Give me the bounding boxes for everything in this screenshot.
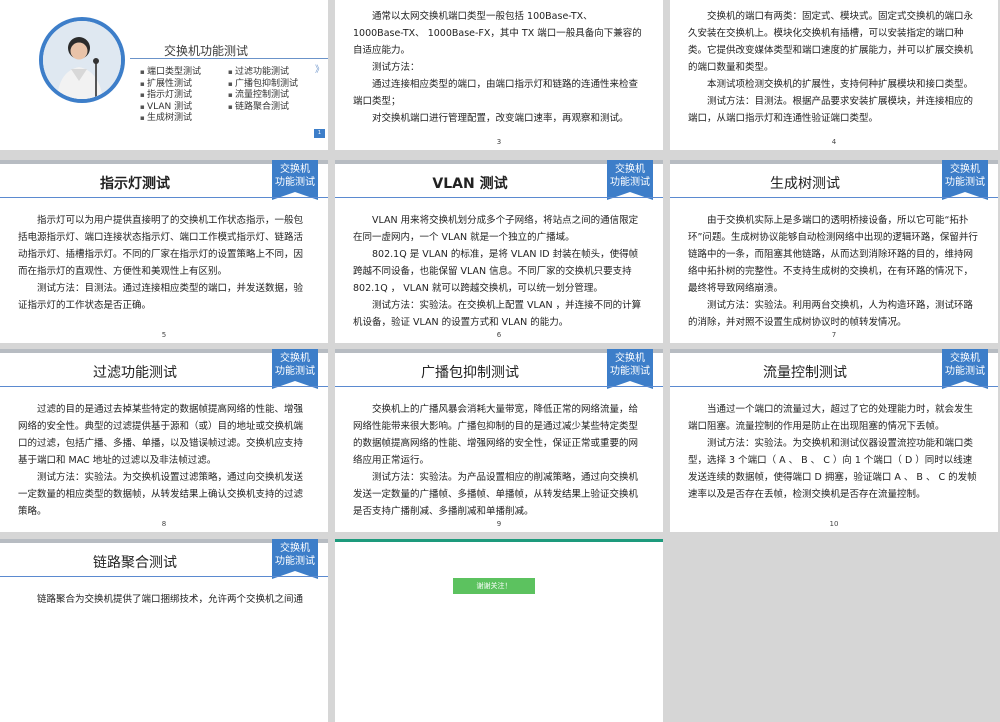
- agenda-item: VLAN 测试: [140, 102, 201, 114]
- title-rule: [335, 386, 663, 387]
- slide-6[interactable]: VLAN 测试 交换机 功能测试 VLAN 用来将交换机划分成多个子网络，将站点之…: [335, 160, 663, 343]
- agenda-item: 端口类型测试: [140, 67, 201, 79]
- slide-1[interactable]: 交换机功能测试 》 端口类型测试 扩展性测试 指示灯测试 VLAN 测试 生成树…: [0, 0, 328, 150]
- agenda-column-2: 过滤功能测试 广播包抑制测试 流量控制测试 链路聚合测试: [228, 67, 298, 113]
- slide-title: 广播包抑制测试: [421, 365, 519, 381]
- slide-title: 生成树测试: [770, 176, 840, 192]
- paragraph: 测试方法：: [372, 62, 420, 73]
- paragraph: 对交换机端口进行管理配置，改变端口速率，再观察和测试。: [372, 113, 629, 124]
- title-rule: [0, 576, 328, 577]
- presenter-avatar: [39, 17, 125, 103]
- page-number: 8: [161, 520, 167, 528]
- slide-body: 由于交换机实际上是多端口的透明桥接设备，所以它可能“拓扑环”问题。生成树协议能够…: [688, 212, 978, 331]
- page-number: 6: [496, 331, 502, 339]
- title-rule: [670, 197, 998, 198]
- page-number: 3: [496, 138, 502, 146]
- slide-body: 过滤的目的是通过去掉某些特定的数据帧提高网络的性能、增强网络的安全性。典型的过滤…: [18, 401, 308, 520]
- slide-title: 指示灯测试: [100, 176, 170, 192]
- slide-title: 链路聚合测试: [93, 555, 177, 571]
- paragraph: 当通过一个端口的流量过大，超过了它的处理能力时，就会发生端口阻塞。流量控制的作用…: [688, 404, 974, 432]
- section-badge: 交换机 功能测试: [607, 160, 653, 200]
- agenda-item: 过滤功能测试: [228, 67, 298, 79]
- slide-body: 交换机的端口有两类：固定式、模块式。固定式交换机的端口永久安装在交换机上。模块化…: [688, 8, 978, 127]
- paragraph: 交换机的端口有两类：固定式、模块式。固定式交换机的端口永久安装在交换机上。模块化…: [688, 11, 974, 73]
- section-badge: 交换机 功能测试: [272, 349, 318, 389]
- title-rule: [670, 386, 998, 387]
- paragraph: 由于交换机实际上是多端口的透明桥接设备，所以它可能“拓扑环”问题。生成树协议能够…: [688, 215, 978, 294]
- paragraph: 通常以太网交换机端口类型一般包括 100Base-TX、 1000Base-TX…: [353, 11, 642, 56]
- slide-body: VLAN 用来将交换机划分成多个子网络，将站点之间的通信限定在同一虚网内，一个 …: [353, 212, 643, 331]
- title-rule: [0, 197, 328, 198]
- agenda-item: 指示灯测试: [140, 90, 201, 102]
- section-badge: 交换机 功能测试: [942, 160, 988, 200]
- title-rule: [130, 58, 328, 59]
- slide-number: 1: [314, 129, 325, 138]
- slide-3[interactable]: 通常以太网交换机端口类型一般包括 100Base-TX、 1000Base-TX…: [335, 0, 663, 150]
- title-rule: [0, 386, 328, 387]
- paragraph: 指示灯可以为用户提供直接明了的交换机工作状态指示，一般包括电源指示灯、端口连接状…: [18, 215, 304, 277]
- slide-5[interactable]: 指示灯测试 交换机 功能测试 指示灯可以为用户提供直接明了的交换机工作状态指示，一…: [0, 160, 328, 343]
- slide-title: 流量控制测试: [763, 365, 847, 381]
- paragraph: 测试方法：实验法。为交换机设置过滤策略，通过向交换机发送一定数量的相应类型的数据…: [18, 472, 304, 517]
- slide-12[interactable]: 谢谢关注！: [335, 539, 663, 722]
- slide-body: 交换机上的广播风暴会消耗大量带宽，降低正常的网络流量，给网络性能带来很大影响。广…: [353, 401, 643, 520]
- slide-10[interactable]: 流量控制测试 交换机 功能测试 当通过一个端口的流量过大，超过了它的处理能力时，就…: [670, 349, 998, 532]
- section-badge: 交换机 功能测试: [272, 539, 318, 579]
- slide-9[interactable]: 广播包抑制测试 交换机 功能测试 交换机上的广播风暴会消耗大量带宽，降低正常的网络…: [335, 349, 663, 532]
- slide-body: 当通过一个端口的流量过大，超过了它的处理能力时，就会发生端口阻塞。流量控制的作用…: [688, 401, 978, 503]
- title-rule: [335, 197, 663, 198]
- paragraph: 测试方法：实验法。为产品设置相应的削减策略，通过向交换机发送一定数量的广播帧、多…: [353, 472, 639, 517]
- agenda-item: 广播包抑制测试: [228, 79, 298, 91]
- page-number: 5: [161, 331, 167, 339]
- page-number: 4: [831, 138, 837, 146]
- agenda-item: 链路聚合测试: [228, 102, 298, 114]
- slide-title: VLAN 测试: [432, 176, 508, 192]
- agenda-item: 流量控制测试: [228, 90, 298, 102]
- double-chevron-icon: 》: [314, 65, 324, 75]
- paragraph: VLAN 用来将交换机划分成多个子网络，将站点之间的通信限定在同一虚网内，一个 …: [353, 215, 639, 243]
- paragraph: 通过连接相应类型的端口，由端口指示灯和链路的连通性来检查端口类型；: [353, 79, 639, 107]
- paragraph: 过滤的目的是通过去掉某些特定的数据帧提高网络的性能、增强网络的安全性。典型的过滤…: [18, 404, 304, 466]
- slide-4[interactable]: 交换机的端口有两类：固定式、模块式。固定式交换机的端口永久安装在交换机上。模块化…: [670, 0, 998, 150]
- slide-8[interactable]: 过滤功能测试 交换机 功能测试 过滤的目的是通过去掉某些特定的数据帧提高网络的性能…: [0, 349, 328, 532]
- paragraph: 测试方法：实验法。在交换机上配置 VLAN ，并连接不同的计算机设备，验证 VL…: [353, 300, 642, 328]
- slide-body: 通常以太网交换机端口类型一般包括 100Base-TX、 1000Base-TX…: [353, 8, 643, 127]
- page-number: 9: [496, 520, 502, 528]
- section-badge: 交换机 功能测试: [942, 349, 988, 389]
- paragraph: 测试方法：实验法。利用两台交换机，人为构造环路，测试环路的消除，并对照不设置生成…: [688, 300, 974, 328]
- paragraph: 交换机上的广播风暴会消耗大量带宽，降低正常的网络流量，给网络性能带来很大影响。广…: [353, 404, 639, 466]
- slide-7[interactable]: 生成树测试 交换机 功能测试 由于交换机实际上是多端口的透明桥接设备，所以它可能“…: [670, 160, 998, 343]
- slide-body: 指示灯可以为用户提供直接明了的交换机工作状态指示，一般包括电源指示灯、端口连接状…: [18, 212, 308, 314]
- page-number: 10: [829, 520, 839, 528]
- agenda-item: 生成树测试: [140, 113, 201, 125]
- agenda-item: 扩展性测试: [140, 79, 201, 91]
- paragraph: 本测试项检测交换机的扩展性，支持何种扩展模块和接口类型。: [707, 79, 974, 90]
- deck-title: 交换机功能测试: [164, 44, 249, 58]
- section-badge: 交换机 功能测试: [272, 160, 318, 200]
- agenda-column-1: 端口类型测试 扩展性测试 指示灯测试 VLAN 测试 生成树测试: [140, 67, 201, 125]
- slide-title: 过滤功能测试: [93, 365, 177, 381]
- top-bar: [335, 539, 663, 542]
- paragraph: 测试方法：目测法。根据产品要求安装扩展模块，并连接相应的端口，从端口指示灯和连通…: [688, 96, 974, 124]
- slide-11[interactable]: 链路聚合测试 交换机 功能测试 链路聚合为交换机提供了端口捆绑技术，允许两个交换机…: [0, 539, 328, 722]
- page-number: 7: [831, 331, 837, 339]
- paragraph: 802.1Q 是 VLAN 的标准，是将 VLAN ID 封装在帧头，使得帧跨越…: [353, 249, 639, 294]
- thanks-banner: 谢谢关注！: [453, 578, 535, 594]
- paragraph: 测试方法：实验法。为交换机和测试仪器设置流控功能和端口类型，选择 3 个端口（ …: [688, 438, 977, 500]
- paragraph: 测试方法：目测法。通过连接相应类型的端口，并发送数据，验证指示灯的工作状态是否正…: [18, 283, 304, 311]
- section-badge: 交换机 功能测试: [607, 349, 653, 389]
